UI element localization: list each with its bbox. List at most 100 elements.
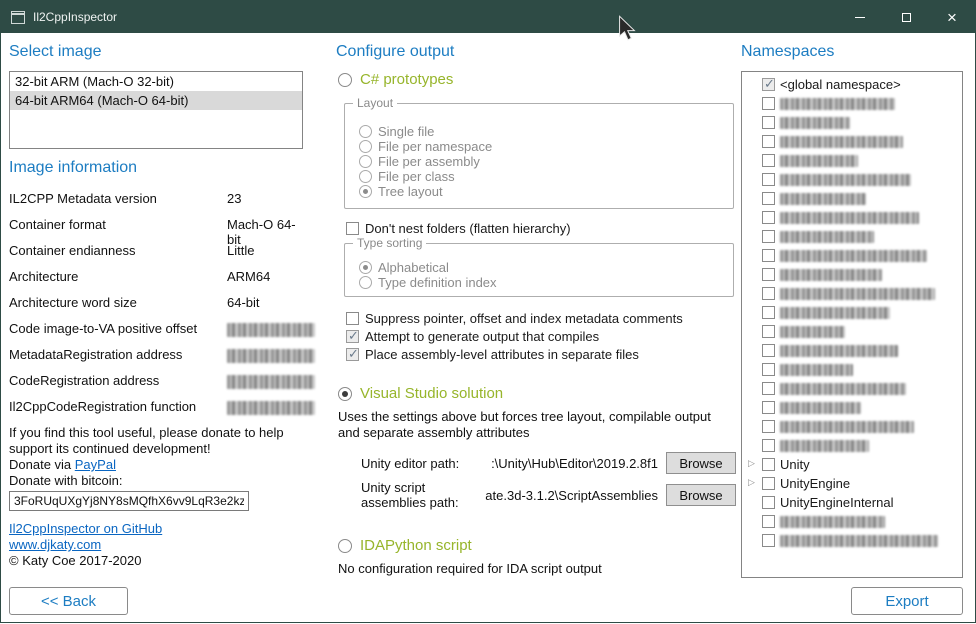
namespace-item[interactable] bbox=[744, 189, 960, 208]
namespace-checkbox[interactable] bbox=[762, 363, 775, 376]
namespace-item[interactable] bbox=[744, 436, 960, 455]
namespace-checkbox[interactable] bbox=[762, 287, 775, 300]
info-value bbox=[227, 373, 315, 389]
namespace-checkbox[interactable] bbox=[762, 268, 775, 281]
namespace-item[interactable]: <global namespace> bbox=[744, 75, 960, 94]
image-list-item[interactable]: 32-bit ARM (Mach-O 32-bit) bbox=[10, 72, 302, 91]
redacted-namespace bbox=[780, 250, 927, 262]
github-link[interactable]: Il2CppInspector on GitHub bbox=[9, 521, 162, 536]
suppress-comments-checkbox[interactable]: Suppress pointer, offset and index metad… bbox=[346, 309, 683, 327]
redacted-value bbox=[227, 349, 315, 363]
image-info-header: Image information bbox=[9, 159, 137, 177]
redacted-namespace bbox=[780, 193, 866, 205]
checkbox-icon bbox=[346, 312, 359, 325]
namespace-item[interactable] bbox=[744, 265, 960, 284]
namespace-checkbox[interactable] bbox=[762, 78, 775, 91]
back-button[interactable]: << Back bbox=[9, 587, 128, 615]
namespace-checkbox[interactable] bbox=[762, 306, 775, 319]
namespace-checkbox[interactable] bbox=[762, 477, 775, 490]
idapython-script-radio[interactable]: IDAPython script bbox=[338, 537, 472, 554]
namespace-item[interactable]: ▷ Unity bbox=[744, 455, 960, 474]
namespace-checkbox[interactable] bbox=[762, 325, 775, 338]
image-list-item[interactable]: 64-bit ARM64 (Mach-O 64-bit) bbox=[10, 91, 302, 110]
radio-option[interactable]: File per namespace bbox=[359, 139, 733, 154]
namespace-item[interactable] bbox=[744, 94, 960, 113]
browse-script-button[interactable]: Browse bbox=[666, 484, 736, 506]
csharp-prototypes-radio[interactable]: C# prototypes bbox=[338, 71, 453, 88]
namespace-item[interactable] bbox=[744, 246, 960, 265]
radio-icon bbox=[359, 140, 372, 153]
namespace-item[interactable] bbox=[744, 284, 960, 303]
radio-option[interactable]: Type definition index bbox=[359, 275, 733, 290]
radio-option[interactable]: Alphabetical bbox=[359, 260, 733, 275]
radio-option[interactable]: File per class bbox=[359, 169, 733, 184]
namespace-checkbox[interactable] bbox=[762, 211, 775, 224]
namespace-label: UnityEngine bbox=[780, 476, 850, 491]
assembly-attributes-checkbox[interactable]: Place assembly-level attributes in separ… bbox=[346, 345, 639, 363]
redacted-namespace bbox=[780, 326, 845, 338]
namespace-checkbox[interactable] bbox=[762, 230, 775, 243]
namespace-checkbox[interactable] bbox=[762, 496, 775, 509]
namespace-checkbox[interactable] bbox=[762, 116, 775, 129]
namespace-checkbox[interactable] bbox=[762, 458, 775, 471]
export-button[interactable]: Export bbox=[851, 587, 963, 615]
radio-option[interactable]: Tree layout bbox=[359, 184, 733, 199]
compilable-output-checkbox[interactable]: Attempt to generate output that compiles bbox=[346, 327, 599, 345]
namespace-checkbox[interactable] bbox=[762, 420, 775, 433]
namespace-checkbox[interactable] bbox=[762, 154, 775, 167]
namespace-checkbox[interactable] bbox=[762, 192, 775, 205]
namespace-item[interactable]: UnityEngineInternal bbox=[744, 493, 960, 512]
redacted-namespace bbox=[780, 345, 898, 357]
info-row: Il2CppCodeRegistration function bbox=[9, 399, 305, 425]
namespace-checkbox[interactable] bbox=[762, 249, 775, 262]
namespace-item[interactable] bbox=[744, 379, 960, 398]
paypal-link[interactable]: PayPal bbox=[75, 457, 116, 472]
expander-icon[interactable]: ▷ bbox=[748, 459, 755, 468]
namespace-checkbox[interactable] bbox=[762, 97, 775, 110]
namespace-item[interactable]: ▷ UnityEngine bbox=[744, 474, 960, 493]
visual-studio-solution-radio[interactable]: Visual Studio solution bbox=[338, 385, 503, 402]
namespace-item[interactable] bbox=[744, 170, 960, 189]
unity-editor-path-value: :\Unity\Hub\Editor\2019.2.8f1 bbox=[491, 456, 658, 471]
browse-editor-button[interactable]: Browse bbox=[666, 452, 736, 474]
namespace-item[interactable] bbox=[744, 151, 960, 170]
namespace-checkbox[interactable] bbox=[762, 173, 775, 186]
website-link[interactable]: www.djkaty.com bbox=[9, 537, 101, 552]
close-button[interactable]: × bbox=[929, 1, 975, 33]
flatten-hierarchy-checkbox[interactable]: Don't nest folders (flatten hierarchy) bbox=[346, 219, 571, 237]
radio-option[interactable]: File per assembly bbox=[359, 154, 733, 169]
namespace-checkbox[interactable] bbox=[762, 534, 775, 547]
radio-option[interactable]: Single file bbox=[359, 124, 733, 139]
namespace-checkbox[interactable] bbox=[762, 515, 775, 528]
namespace-item[interactable] bbox=[744, 360, 960, 379]
namespace-item[interactable] bbox=[744, 322, 960, 341]
namespace-item[interactable] bbox=[744, 512, 960, 531]
layout-groupbox: Layout Single fileFile per namespaceFile… bbox=[344, 103, 734, 209]
namespace-item[interactable] bbox=[744, 227, 960, 246]
info-row: Architecture word size64-bit bbox=[9, 295, 305, 321]
donate-block: If you find this tool useful, please don… bbox=[9, 425, 305, 511]
visual-studio-description: Uses the settings above but forces tree … bbox=[338, 409, 736, 441]
namespace-item[interactable] bbox=[744, 208, 960, 227]
namespace-item[interactable] bbox=[744, 398, 960, 417]
namespace-item[interactable] bbox=[744, 341, 960, 360]
namespace-item[interactable] bbox=[744, 132, 960, 151]
minimize-icon bbox=[855, 17, 865, 18]
expander-icon[interactable]: ▷ bbox=[748, 478, 755, 487]
close-icon: × bbox=[947, 9, 957, 26]
namespace-checkbox[interactable] bbox=[762, 382, 775, 395]
namespace-item[interactable] bbox=[744, 113, 960, 132]
namespace-item[interactable] bbox=[744, 417, 960, 436]
namespace-item[interactable] bbox=[744, 531, 960, 550]
namespace-checkbox[interactable] bbox=[762, 401, 775, 414]
minimize-button[interactable] bbox=[837, 1, 883, 33]
bitcoin-address-input[interactable] bbox=[9, 491, 249, 511]
namespace-item[interactable] bbox=[744, 303, 960, 322]
namespace-checkbox[interactable] bbox=[762, 344, 775, 357]
namespace-label: Unity bbox=[780, 457, 810, 472]
namespace-checkbox[interactable] bbox=[762, 135, 775, 148]
maximize-button[interactable] bbox=[883, 1, 929, 33]
namespaces-list[interactable]: <global namespace> ▷ Unity ▷ UnityEngine Unit… bbox=[741, 71, 963, 578]
select-image-list[interactable]: 32-bit ARM (Mach-O 32-bit)64-bit ARM64 (… bbox=[9, 71, 303, 149]
namespace-checkbox[interactable] bbox=[762, 439, 775, 452]
